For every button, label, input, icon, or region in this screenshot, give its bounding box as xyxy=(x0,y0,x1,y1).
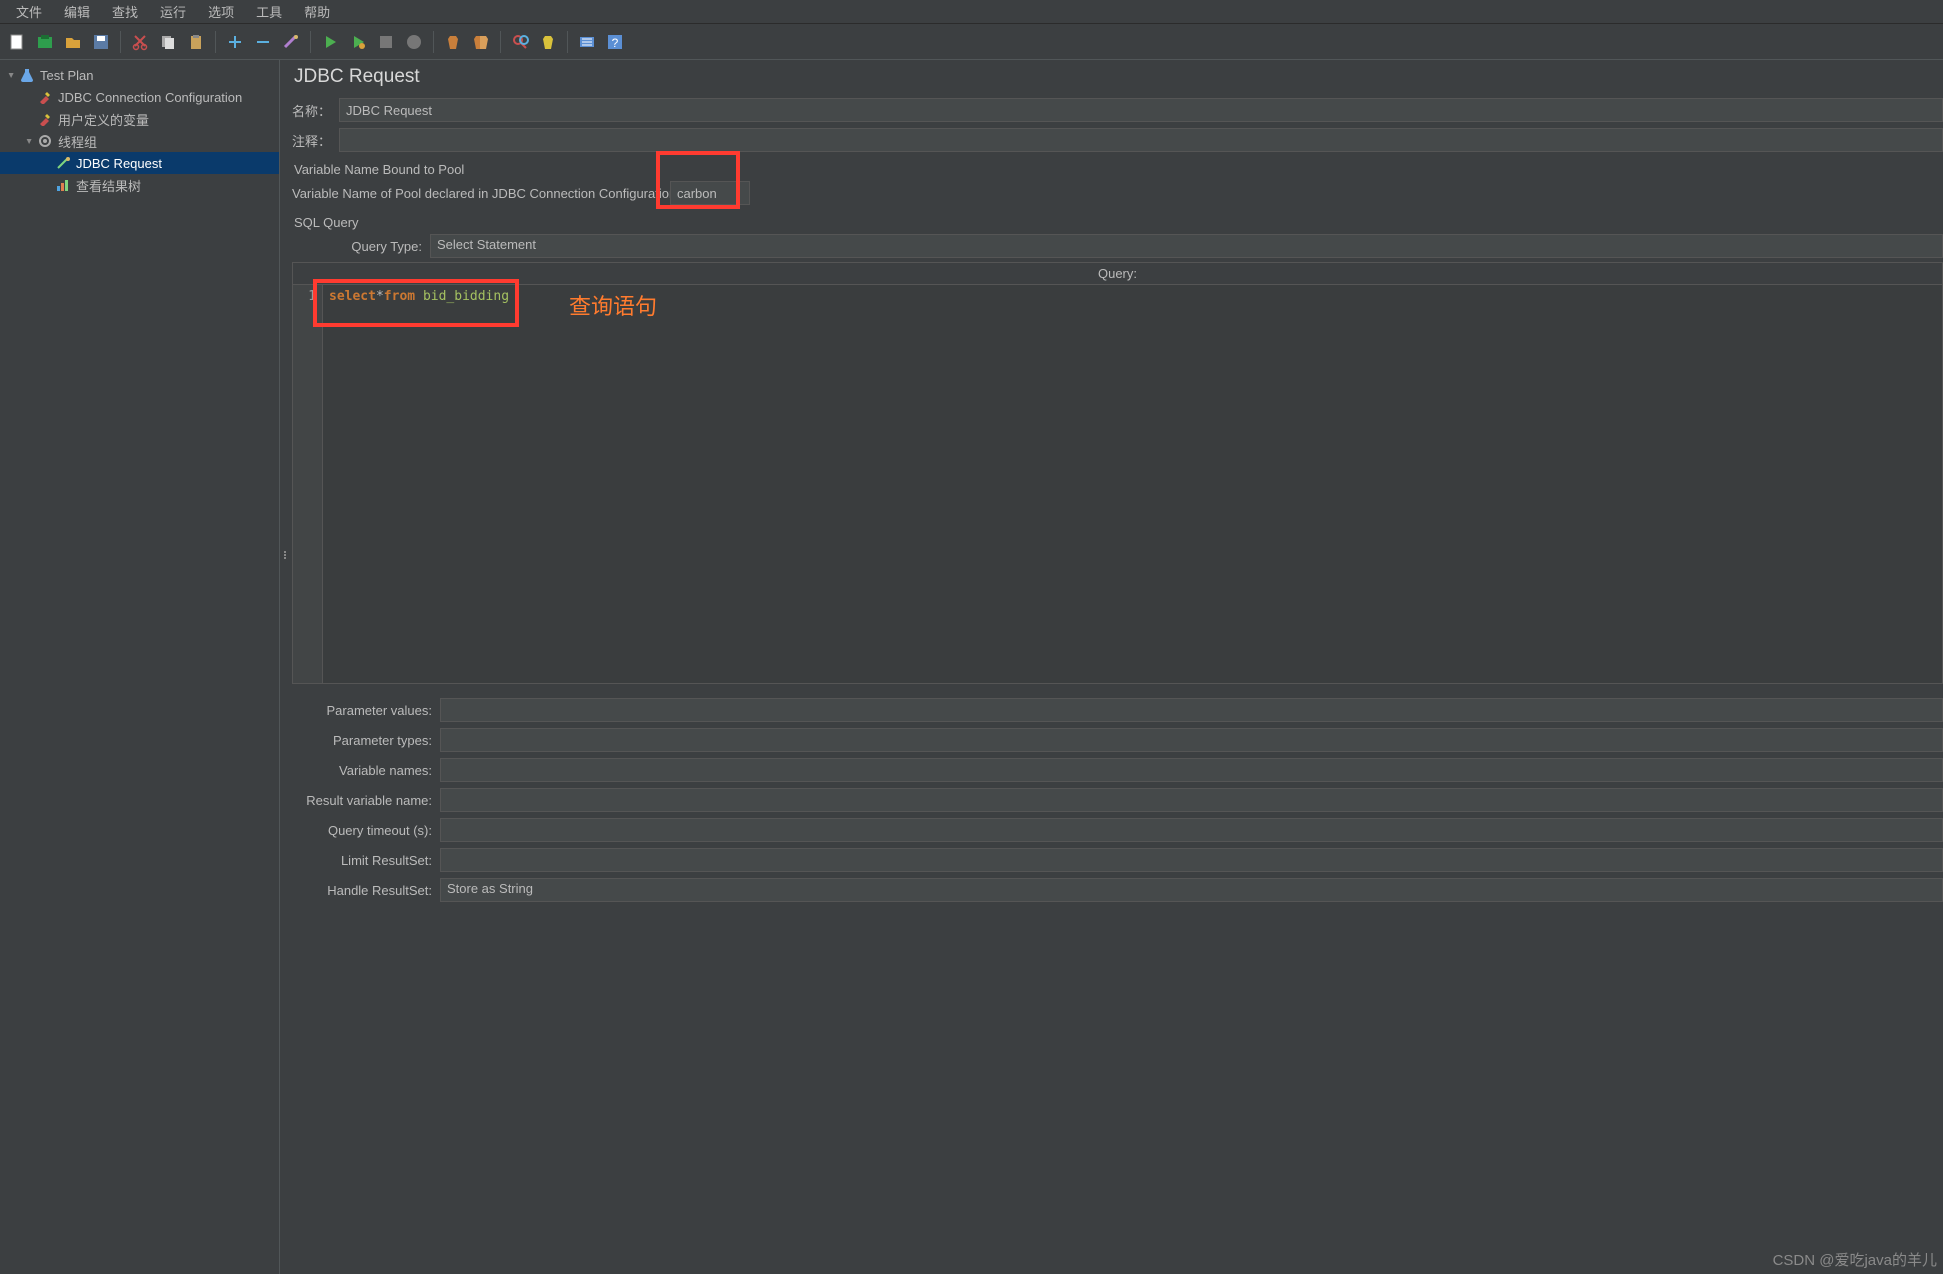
result-var-input[interactable] xyxy=(440,788,1943,812)
query-type-label: Query Type: xyxy=(342,239,422,254)
tree-label: JDBC Connection Configuration xyxy=(58,90,242,105)
param-types-input[interactable] xyxy=(440,728,1943,752)
menu-help[interactable]: 帮助 xyxy=(294,0,340,24)
wrench-icon xyxy=(36,89,54,105)
limit-input[interactable] xyxy=(440,848,1943,872)
resize-handle[interactable] xyxy=(280,540,290,570)
content-panel: JDBC Request 名称： 注释： Variable Name Bound… xyxy=(280,60,1943,1274)
copy-icon[interactable] xyxy=(155,29,181,55)
timeout-input[interactable] xyxy=(440,818,1943,842)
results-icon xyxy=(54,177,72,193)
sql-section-title: SQL Query xyxy=(294,215,1943,230)
sampler-icon xyxy=(54,155,72,171)
comment-label: 注释： xyxy=(292,131,331,150)
tree-label: Test Plan xyxy=(40,68,93,83)
menu-file[interactable]: 文件 xyxy=(6,0,52,24)
clear-all-icon[interactable] xyxy=(468,29,494,55)
new-icon[interactable] xyxy=(4,29,30,55)
toggle-icon[interactable] xyxy=(278,29,304,55)
menu-edit[interactable]: 编辑 xyxy=(54,0,100,24)
collapse-icon[interactable] xyxy=(250,29,276,55)
result-var-label: Result variable name: xyxy=(292,793,432,808)
name-input[interactable] xyxy=(339,98,1943,122)
handle-label: Handle ResultSet: xyxy=(292,883,432,898)
bottom-fields: Parameter values: Parameter types: Varia… xyxy=(292,698,1943,902)
wrench-icon xyxy=(36,111,54,127)
tree-label: 线程组 xyxy=(58,132,97,151)
tree-thread-group[interactable]: ▸ 线程组 xyxy=(0,130,279,152)
tree-user-vars[interactable]: ▸ 用户定义的变量 xyxy=(0,108,279,130)
param-values-input[interactable] xyxy=(440,698,1943,722)
name-label: 名称： xyxy=(292,101,331,120)
shutdown-icon[interactable] xyxy=(401,29,427,55)
var-names-input[interactable] xyxy=(440,758,1943,782)
watermark: CSDN @爱吃java的羊儿 xyxy=(1773,1249,1937,1270)
comment-input[interactable] xyxy=(339,128,1943,152)
pool-input[interactable] xyxy=(670,181,750,205)
search-icon[interactable] xyxy=(507,29,533,55)
line-gutter: 1 xyxy=(293,285,323,683)
code-body[interactable]: select*from bid_bidding 查询语句 xyxy=(323,285,1942,683)
limit-label: Limit ResultSet: xyxy=(292,853,432,868)
query-type-select[interactable]: Select Statement xyxy=(430,234,1943,258)
tree-panel: ▸ Test Plan ▸ JDBC Connection Configurat… xyxy=(0,60,280,1274)
kw-select: select xyxy=(329,289,376,304)
cut-icon[interactable] xyxy=(127,29,153,55)
param-types-label: Parameter types: xyxy=(292,733,432,748)
templates-icon[interactable] xyxy=(32,29,58,55)
tree-label: 查看结果树 xyxy=(76,176,141,195)
table-name: bid_bidding xyxy=(423,289,509,304)
stop-icon[interactable] xyxy=(373,29,399,55)
menu-options[interactable]: 选项 xyxy=(198,0,244,24)
menu-search[interactable]: 查找 xyxy=(102,0,148,24)
reset-search-icon[interactable] xyxy=(535,29,561,55)
page-title: JDBC Request xyxy=(292,66,1943,88)
open-icon[interactable] xyxy=(60,29,86,55)
query-editor[interactable]: 1 select*from bid_bidding 查询语句 xyxy=(292,284,1943,684)
toolbar: ? xyxy=(0,24,1943,60)
tree-jdbc-request[interactable]: ▸ JDBC Request xyxy=(0,152,279,174)
pool-section-title: Variable Name Bound to Pool xyxy=(294,162,1943,177)
save-icon[interactable] xyxy=(88,29,114,55)
pool-label: Variable Name of Pool declared in JDBC C… xyxy=(292,186,662,201)
tree-jdbc-config[interactable]: ▸ JDBC Connection Configuration xyxy=(0,86,279,108)
tree-label: JDBC Request xyxy=(76,156,162,171)
tree-view-results[interactable]: ▸ 查看结果树 xyxy=(0,174,279,196)
param-values-label: Parameter values: xyxy=(292,703,432,718)
help-icon[interactable]: ? xyxy=(602,29,628,55)
annotation-text: 查询语句 xyxy=(569,289,657,321)
var-names-label: Variable names: xyxy=(292,763,432,778)
expand-icon[interactable] xyxy=(222,29,248,55)
function-icon[interactable] xyxy=(574,29,600,55)
menu-tools[interactable]: 工具 xyxy=(246,0,292,24)
clear-icon[interactable] xyxy=(440,29,466,55)
main: ▸ Test Plan ▸ JDBC Connection Configurat… xyxy=(0,60,1943,1274)
paste-icon[interactable] xyxy=(183,29,209,55)
tree-label: 用户定义的变量 xyxy=(58,110,149,129)
gear-icon xyxy=(36,133,54,149)
flask-icon xyxy=(18,67,36,83)
kw-from: from xyxy=(384,289,415,304)
menubar: 文件 编辑 查找 运行 选项 工具 帮助 xyxy=(0,0,1943,24)
query-header: Query: xyxy=(292,262,1943,284)
start-icon[interactable] xyxy=(317,29,343,55)
timeout-label: Query timeout (s): xyxy=(292,823,432,838)
menu-run[interactable]: 运行 xyxy=(150,0,196,24)
tree-test-plan[interactable]: ▸ Test Plan xyxy=(0,64,279,86)
svg-text:?: ? xyxy=(612,36,619,50)
handle-select[interactable]: Store as String xyxy=(440,878,1943,902)
start-no-pause-icon[interactable] xyxy=(345,29,371,55)
